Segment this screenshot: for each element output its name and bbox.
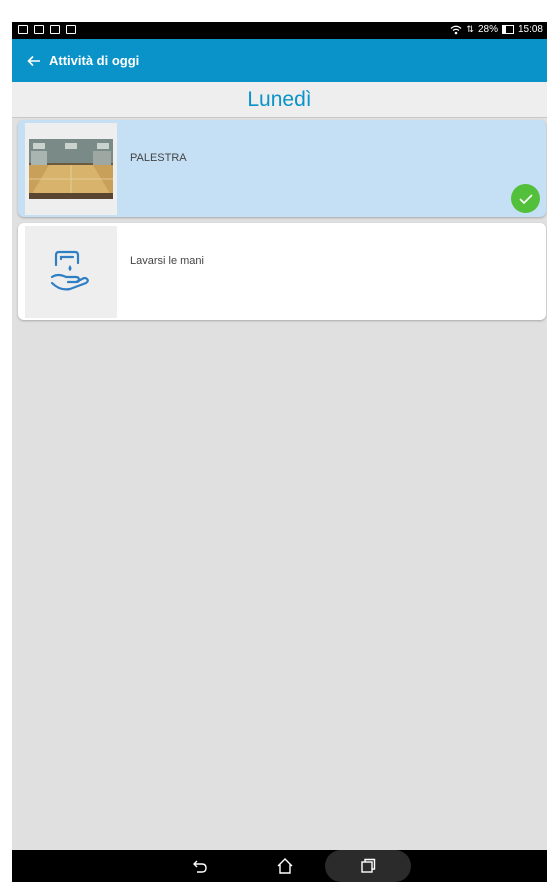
notification-icon — [18, 25, 28, 34]
notification-icon — [66, 25, 76, 34]
notification-icon — [50, 25, 60, 34]
status-right: ⇅ 28% 15:08 — [450, 24, 543, 35]
arrow-left-icon[interactable] — [19, 39, 49, 82]
recent-apps-icon[interactable] — [348, 850, 388, 882]
home-nav-icon[interactable] — [265, 850, 305, 882]
hand-wash-icon — [25, 226, 117, 318]
battery-percent: 28% — [477, 24, 498, 35]
navigation-bar — [12, 850, 547, 882]
notification-icon — [34, 25, 44, 34]
activity-card[interactable]: PALESTRA — [18, 120, 546, 217]
activity-list: PALESTRA Lavarsi le mani — [18, 120, 546, 326]
gym-photo — [25, 123, 117, 215]
page-title: Attività di oggi — [49, 53, 140, 68]
wifi-icon — [450, 25, 462, 34]
notification-icons — [18, 25, 76, 34]
day-header: Lunedì — [12, 82, 547, 118]
battery-icon — [501, 25, 514, 34]
back-nav-icon[interactable] — [180, 850, 220, 882]
activity-card[interactable]: Lavarsi le mani — [18, 223, 546, 320]
clock: 15:08 — [517, 24, 543, 35]
data-arrows-icon: ⇅ — [466, 24, 474, 34]
device-screen: ⇅ 28% 15:08 Attività di oggi Lunedì PALE… — [12, 22, 547, 882]
status-bar: ⇅ 28% 15:08 — [12, 22, 547, 39]
activity-label: PALESTRA — [130, 152, 187, 164]
app-bar: Attività di oggi — [12, 39, 547, 82]
activity-label: Lavarsi le mani — [130, 255, 204, 267]
check-icon — [511, 184, 540, 213]
